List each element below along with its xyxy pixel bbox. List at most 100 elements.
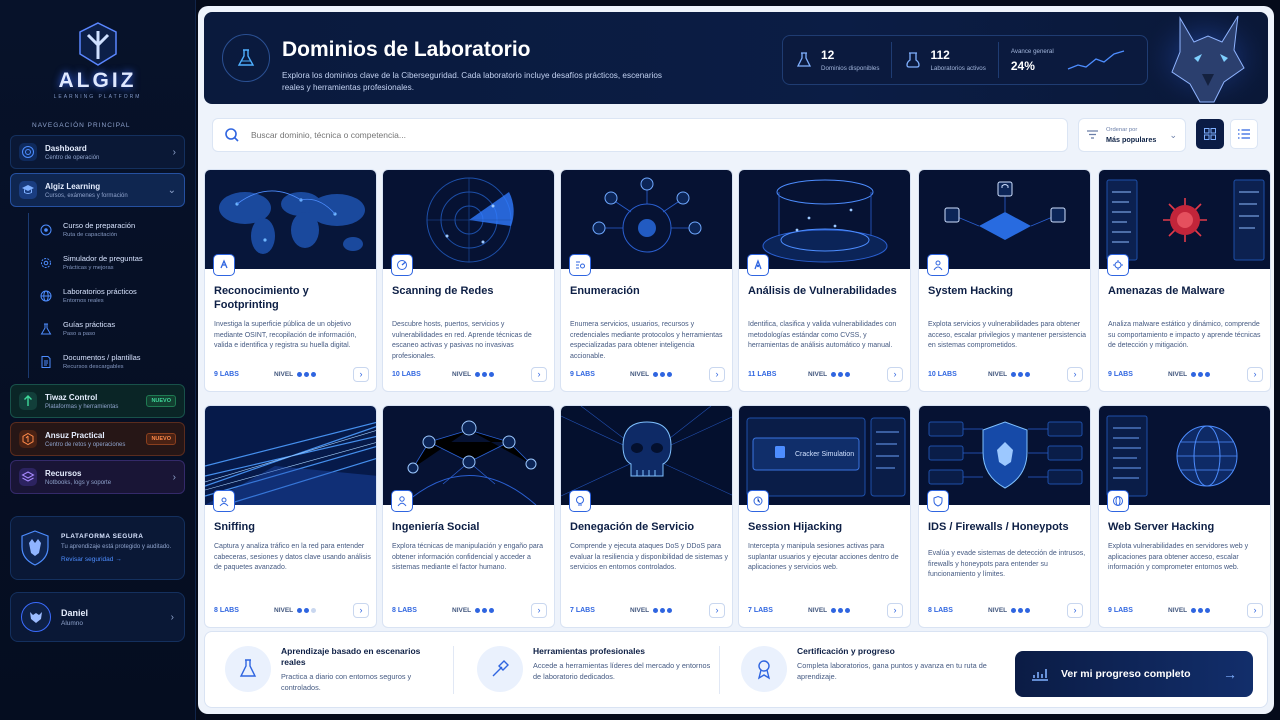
feature-title: Certificación y progreso xyxy=(797,646,895,656)
globe-icon xyxy=(1107,490,1129,512)
domain-card-enumeracion[interactable]: Enumeración Enumera servicios, usuarios,… xyxy=(560,169,733,392)
sidebar-item-ansuz-practical[interactable]: Ansuz Practical Centro de retos y operac… xyxy=(10,422,185,456)
sidebar-item-label: Tiwaz Control xyxy=(45,392,98,402)
domain-card-ids-firewalls[interactable]: IDS / Firewalls / Honeypots Evalúa y eva… xyxy=(918,405,1091,628)
sub-item-desc: Prácticas y mejoras xyxy=(63,265,114,271)
labs-count: 7 LABS xyxy=(570,606,595,614)
card-footer: 9 LABS NIVEL › xyxy=(570,366,725,382)
target-icon xyxy=(19,143,37,161)
card-footer: 9 LABS NIVEL › xyxy=(1108,602,1263,618)
user-profile[interactable]: Daniel Alumno › xyxy=(10,592,185,642)
open-card-button[interactable]: › xyxy=(531,602,547,618)
domain-card-sniffing[interactable]: Sniffing Captura y analiza tráfico en la… xyxy=(204,405,377,628)
open-card-button[interactable]: › xyxy=(887,366,903,382)
card-desc: Intercepta y manipula sesiones activas p… xyxy=(748,543,899,571)
open-card-button[interactable]: › xyxy=(887,602,903,618)
chevron-right-icon: › xyxy=(172,146,176,158)
sidebar-sub-item-documentos[interactable]: Documentos / plantillas Recursos descarga… xyxy=(37,345,185,378)
domain-card-system-hacking[interactable]: System Hacking Explota servicios y vulne… xyxy=(918,169,1091,392)
sidebar-item-label: Ansuz Practical xyxy=(45,430,105,440)
sidebar-item-algiz-learning[interactable]: Algiz Learning Cursos, exámenes y formac… xyxy=(10,173,185,207)
card-desc: Explota servicios y vulnerabilidades par… xyxy=(928,321,1086,349)
flask-cube-icon xyxy=(225,646,271,692)
level-indicator: NIVEL xyxy=(988,371,1030,378)
brand-logo[interactable]: ALGIZ LEARNING PLATFORM xyxy=(10,8,185,112)
card-footer: 10 LABS NIVEL › xyxy=(928,366,1083,382)
card-footer: 7 LABS NIVEL › xyxy=(570,602,725,618)
domain-card-web-server[interactable]: Web Server Hacking Explota vulnerabilida… xyxy=(1098,405,1271,628)
sidebar-item-recursos[interactable]: Recursos Notbooks, logs y soporte › xyxy=(10,460,185,494)
list-view-button[interactable] xyxy=(1230,119,1258,149)
sort-dropdown[interactable]: Ordenar por Más populares ⌄ xyxy=(1078,118,1186,152)
open-card-button[interactable]: › xyxy=(353,602,369,618)
toolbar: Ordenar por Más populares ⌄ xyxy=(212,118,1262,152)
progress-sparkline xyxy=(1067,50,1124,70)
search-bar[interactable] xyxy=(212,118,1068,152)
divider xyxy=(719,646,720,694)
search-icon xyxy=(221,124,243,146)
level-indicator: NIVEL xyxy=(1168,371,1210,378)
card-title: Enumeración xyxy=(570,285,640,297)
card-title: System Hacking xyxy=(928,285,1013,297)
card-desc: Enumera servicios, usuarios, recursos y … xyxy=(570,321,723,360)
brand-name: ALGIZ xyxy=(58,68,137,92)
sidebar-item-dashboard[interactable]: Dashboard Centro de operación › xyxy=(10,135,185,169)
nav-section-title: NAVEGACIÓN PRINCIPAL xyxy=(32,122,131,129)
list-search-icon xyxy=(569,254,591,276)
sidebar-item-tiwaz-control[interactable]: Tiwaz Control Plataformas y herramientas… xyxy=(10,384,185,418)
open-card-button[interactable]: › xyxy=(531,366,547,382)
domain-card-malware[interactable]: Amenazas de Malware Analiza malware está… xyxy=(1098,169,1271,392)
card-title: Reconocimiento y Footprinting xyxy=(214,285,309,311)
domain-card-reconocimiento[interactable]: Reconocimiento y Footprinting Investiga … xyxy=(204,169,377,392)
gear-icon xyxy=(37,254,55,272)
algiz-logo-icon xyxy=(78,21,117,66)
chevron-right-icon: › xyxy=(172,471,176,483)
view-progress-button[interactable]: Ver mi progreso completo → xyxy=(1015,651,1253,697)
open-card-button[interactable]: › xyxy=(709,602,725,618)
stat-labs: 112 Laboratorios activos xyxy=(891,42,997,78)
open-card-button[interactable]: › xyxy=(353,366,369,382)
level-indicator: NIVEL xyxy=(452,607,494,614)
sidebar-sub-item-simulador[interactable]: Simulador de preguntas Prácticas y mejora… xyxy=(37,246,185,279)
domain-card-denegacion[interactable]: Denegación de Servicio Comprende y ejecu… xyxy=(560,405,733,628)
secure-title: PLATAFORMA SEGURA xyxy=(61,532,144,540)
feature-desc: Completa laboratorios, gana puntos y ava… xyxy=(797,661,987,681)
feature-tools: Herramientas profesionales Accede a herr… xyxy=(477,646,717,692)
search-input[interactable] xyxy=(251,130,851,140)
flask-icon xyxy=(222,34,270,82)
open-card-button[interactable]: › xyxy=(1067,366,1083,382)
footprint-icon xyxy=(213,254,235,276)
open-card-button[interactable]: › xyxy=(1247,366,1263,382)
labs-count: 9 LABS xyxy=(1108,606,1133,614)
wolf-mascot-icon xyxy=(1150,12,1262,104)
sidebar-item-label: Dashboard xyxy=(45,143,87,153)
card-desc: Descubre hosts, puertos, servicios y vul… xyxy=(392,321,532,360)
domain-card-scanning[interactable]: Scanning de Redes Descubre hosts, puerto… xyxy=(382,169,555,392)
domain-card-session-hijacking[interactable]: Cracker Simulation Session Hijacking Int… xyxy=(738,405,911,628)
user-icon xyxy=(391,490,413,512)
open-card-button[interactable]: › xyxy=(709,366,725,382)
sidebar-sub-item-laboratorios[interactable]: Laboratorios prácticos Entornos reales xyxy=(37,279,185,312)
grid-view-button[interactable] xyxy=(1196,119,1224,149)
sidebar-sub-item-curso[interactable]: Curso de preparación Ruta de capacitación xyxy=(37,213,185,246)
open-card-button[interactable]: › xyxy=(1067,602,1083,618)
card-footer: 8 LABS NIVEL › xyxy=(928,602,1083,618)
level-indicator: NIVEL xyxy=(274,371,316,378)
level-indicator: NIVEL xyxy=(630,607,672,614)
feature-desc: Accede a herramientas líderes del mercad… xyxy=(533,661,711,681)
feature-title: Herramientas profesionales xyxy=(533,646,645,656)
sub-item-desc: Paso a paso xyxy=(63,331,96,337)
labs-count: 8 LABS xyxy=(928,606,953,614)
open-card-button[interactable]: › xyxy=(1247,602,1263,618)
shield-icon xyxy=(927,490,949,512)
labs-count: 10 LABS xyxy=(392,370,421,378)
art-caption: Cracker Simulation xyxy=(795,451,854,458)
domain-card-ingenieria-social[interactable]: Ingeniería Social Explora técnicas de ma… xyxy=(382,405,555,628)
review-security-link[interactable]: Revisar seguridad → xyxy=(61,556,171,563)
sub-item-label: Documentos / plantillas xyxy=(63,353,141,362)
secure-desc: Tu aprendizaje está protegido y auditado… xyxy=(61,543,172,550)
features-strip: Aprendizaje basado en escenarios reales … xyxy=(204,631,1268,708)
sub-item-label: Laboratorios prácticos xyxy=(63,287,137,296)
sidebar-sub-item-guias[interactable]: Guías prácticas Paso a paso xyxy=(37,312,185,345)
domain-card-vulnerabilidades[interactable]: Análisis de Vulnerabilidades Identifica,… xyxy=(738,169,911,392)
